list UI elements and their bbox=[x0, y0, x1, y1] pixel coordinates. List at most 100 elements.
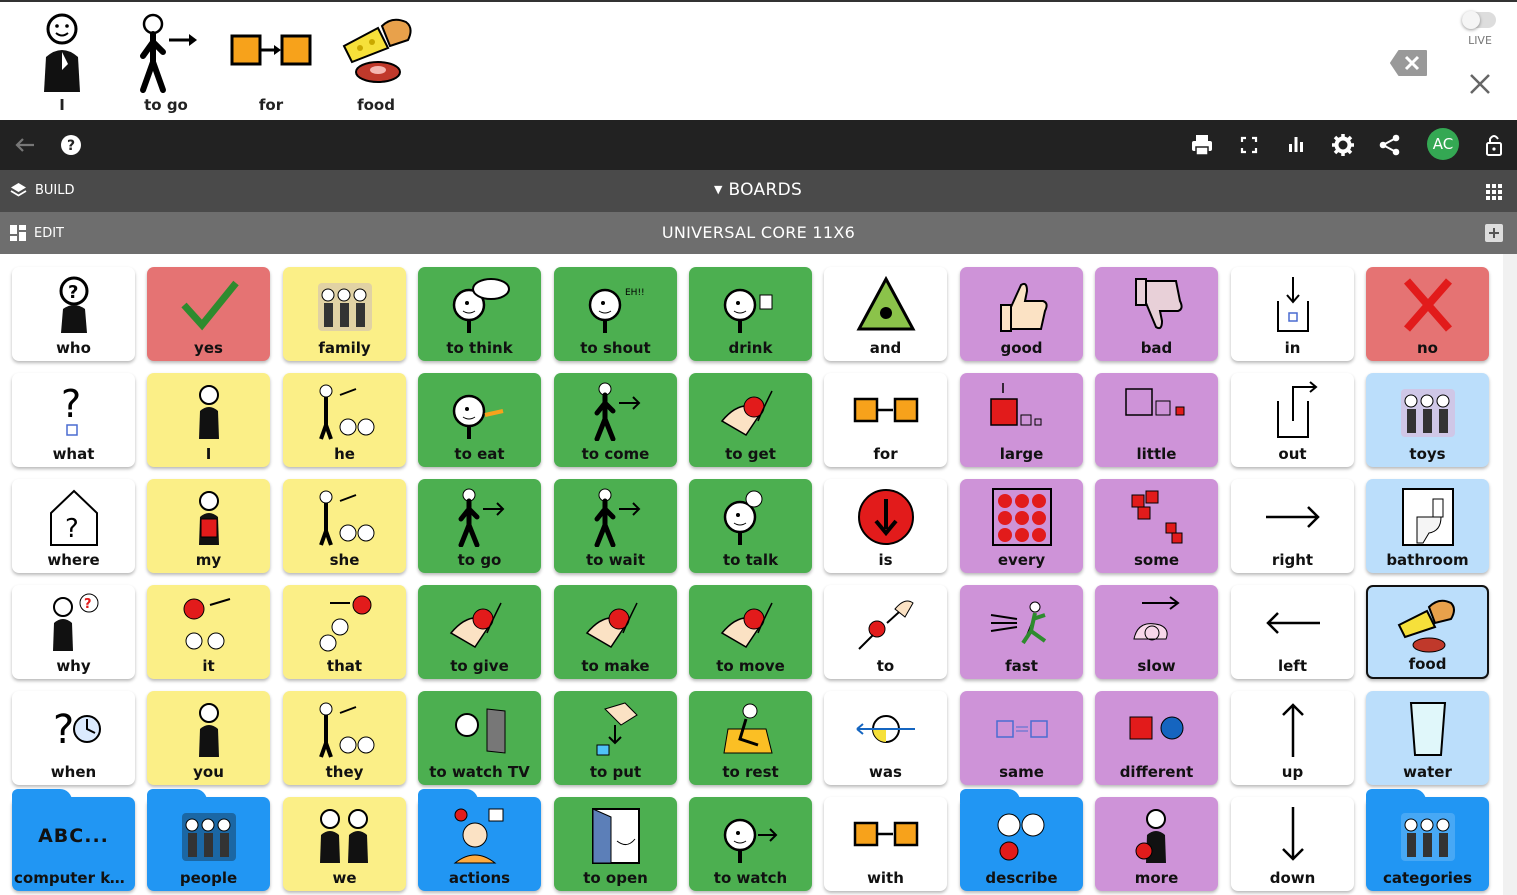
tile-family[interactable]: family bbox=[283, 267, 406, 361]
tile-to-get[interactable]: to get bbox=[689, 373, 812, 467]
tile-is[interactable]: is bbox=[824, 479, 947, 573]
sentence-bar[interactable]: I to go for food LIVE bbox=[0, 0, 1517, 120]
tile-bad[interactable]: bad bbox=[1095, 267, 1218, 361]
tile-to-wait[interactable]: to wait bbox=[554, 479, 677, 573]
tile-it[interactable]: it bbox=[147, 585, 270, 679]
tile-to-watch[interactable]: to watch bbox=[689, 797, 812, 891]
tile-down[interactable]: down bbox=[1231, 797, 1354, 891]
avatar[interactable]: AC bbox=[1427, 128, 1459, 160]
add-board-button[interactable] bbox=[1485, 224, 1503, 242]
tile-we[interactable]: we bbox=[283, 797, 406, 891]
tile-right[interactable]: right bbox=[1231, 479, 1354, 573]
tile-large[interactable]: large bbox=[960, 373, 1083, 467]
tile-actions[interactable]: actions bbox=[418, 789, 541, 891]
share-icon[interactable] bbox=[1377, 132, 1403, 158]
print-icon[interactable] bbox=[1189, 132, 1215, 158]
tile-in[interactable]: in bbox=[1231, 267, 1354, 361]
tile-yes[interactable]: yes bbox=[147, 267, 270, 361]
grid-scrollbar[interactable] bbox=[1503, 254, 1517, 895]
sentence-item-to-go[interactable]: to go bbox=[116, 8, 216, 118]
tile-label: we bbox=[332, 869, 357, 887]
tile-to-give[interactable]: to give bbox=[418, 585, 541, 679]
tile-out[interactable]: out bbox=[1231, 373, 1354, 467]
tile-label: what bbox=[52, 445, 95, 463]
tile-different[interactable]: different bbox=[1095, 691, 1218, 785]
tile-to-think[interactable]: to think bbox=[418, 267, 541, 361]
tile-label: describe bbox=[985, 869, 1058, 887]
tile-symbol-icon bbox=[1095, 275, 1218, 337]
tile-label: to move bbox=[716, 657, 785, 675]
tile-drink[interactable]: drink bbox=[689, 267, 812, 361]
tile-describe[interactable]: describe bbox=[960, 789, 1083, 891]
tile-they[interactable]: they bbox=[283, 691, 406, 785]
tile-i[interactable]: I bbox=[147, 373, 270, 467]
tile-to-rest[interactable]: to rest bbox=[689, 691, 812, 785]
close-icon[interactable] bbox=[1466, 70, 1494, 98]
sentence-item-I[interactable]: I bbox=[12, 8, 112, 118]
tile-some[interactable]: some bbox=[1095, 479, 1218, 573]
tile-label: bathroom bbox=[1386, 551, 1469, 569]
tile-to-come[interactable]: to come bbox=[554, 373, 677, 467]
tile-what[interactable]: ? what bbox=[12, 373, 135, 467]
tile-where[interactable]: ? where bbox=[12, 479, 135, 573]
tile-to-move[interactable]: to move bbox=[689, 585, 812, 679]
tile-my[interactable]: my bbox=[147, 479, 270, 573]
tile-to-shout[interactable]: EH!! to shout bbox=[554, 267, 677, 361]
fullscreen-icon[interactable] bbox=[1236, 132, 1262, 158]
tile-left[interactable]: left bbox=[1231, 585, 1354, 679]
tile-to[interactable]: to bbox=[824, 585, 947, 679]
tile-to-open[interactable]: to open bbox=[554, 797, 677, 891]
tile-computer-ke[interactable]: ABC... computer ke... bbox=[12, 789, 135, 891]
tile-fast[interactable]: fast bbox=[960, 585, 1083, 679]
tile-was[interactable]: was bbox=[824, 691, 947, 785]
tile-why[interactable]: ? why bbox=[12, 585, 135, 679]
tile-when[interactable]: ? when bbox=[12, 691, 135, 785]
tile-little[interactable]: little bbox=[1095, 373, 1218, 467]
tile-to-go[interactable]: to go bbox=[418, 479, 541, 573]
tile-symbol-icon bbox=[1095, 487, 1218, 549]
tile-that[interactable]: that bbox=[283, 585, 406, 679]
tile-people[interactable]: people bbox=[147, 789, 270, 891]
build-button[interactable]: BUILD bbox=[10, 182, 75, 199]
tile-she[interactable]: she bbox=[283, 479, 406, 573]
tile-bathroom[interactable]: bathroom bbox=[1366, 479, 1489, 573]
tile-same[interactable]: same bbox=[960, 691, 1083, 785]
tile-label: it bbox=[202, 657, 215, 675]
tile-to-talk[interactable]: to talk bbox=[689, 479, 812, 573]
tile-good[interactable]: good bbox=[960, 267, 1083, 361]
analytics-icon[interactable] bbox=[1283, 132, 1309, 158]
tile-more[interactable]: more bbox=[1095, 797, 1218, 891]
tile-label: to wait bbox=[586, 551, 645, 569]
tile-food[interactable]: food bbox=[1366, 585, 1489, 679]
lock-icon[interactable] bbox=[1481, 132, 1507, 158]
tile-to-watch-tv[interactable]: to watch TV bbox=[418, 691, 541, 785]
tile-slow[interactable]: slow bbox=[1095, 585, 1218, 679]
tile-he[interactable]: he bbox=[283, 373, 406, 467]
tile-symbol-icon bbox=[689, 699, 812, 761]
tile-label: is bbox=[878, 551, 893, 569]
live-toggle[interactable] bbox=[1462, 11, 1496, 29]
tile-up[interactable]: up bbox=[1231, 691, 1354, 785]
tile-with[interactable]: with bbox=[824, 797, 947, 891]
tile-toys[interactable]: toys bbox=[1366, 373, 1489, 467]
sentence-item-for[interactable]: for bbox=[221, 8, 321, 118]
sentence-item-food[interactable]: food bbox=[326, 8, 426, 118]
tile-for[interactable]: for bbox=[824, 373, 947, 467]
tile-symbol-icon bbox=[554, 381, 677, 443]
tile-water[interactable]: water bbox=[1366, 691, 1489, 785]
boards-dropdown[interactable]: ▼ BOARDS bbox=[714, 180, 802, 200]
backspace-icon[interactable] bbox=[1389, 48, 1429, 78]
tile-categories[interactable]: categories bbox=[1366, 789, 1489, 891]
tile-you[interactable]: you bbox=[147, 691, 270, 785]
tile-and[interactable]: and bbox=[824, 267, 947, 361]
apps-grid-icon[interactable] bbox=[1486, 184, 1502, 200]
tile-every[interactable]: every bbox=[960, 479, 1083, 573]
tile-to-put[interactable]: to put bbox=[554, 691, 677, 785]
back-arrow-icon[interactable] bbox=[12, 132, 38, 158]
tile-to-eat[interactable]: to eat bbox=[418, 373, 541, 467]
tile-no[interactable]: no bbox=[1366, 267, 1489, 361]
tile-to-make[interactable]: to make bbox=[554, 585, 677, 679]
tile-who[interactable]: ? who bbox=[12, 267, 135, 361]
help-icon[interactable]: ? bbox=[58, 132, 84, 158]
settings-gear-icon[interactable] bbox=[1330, 132, 1356, 158]
